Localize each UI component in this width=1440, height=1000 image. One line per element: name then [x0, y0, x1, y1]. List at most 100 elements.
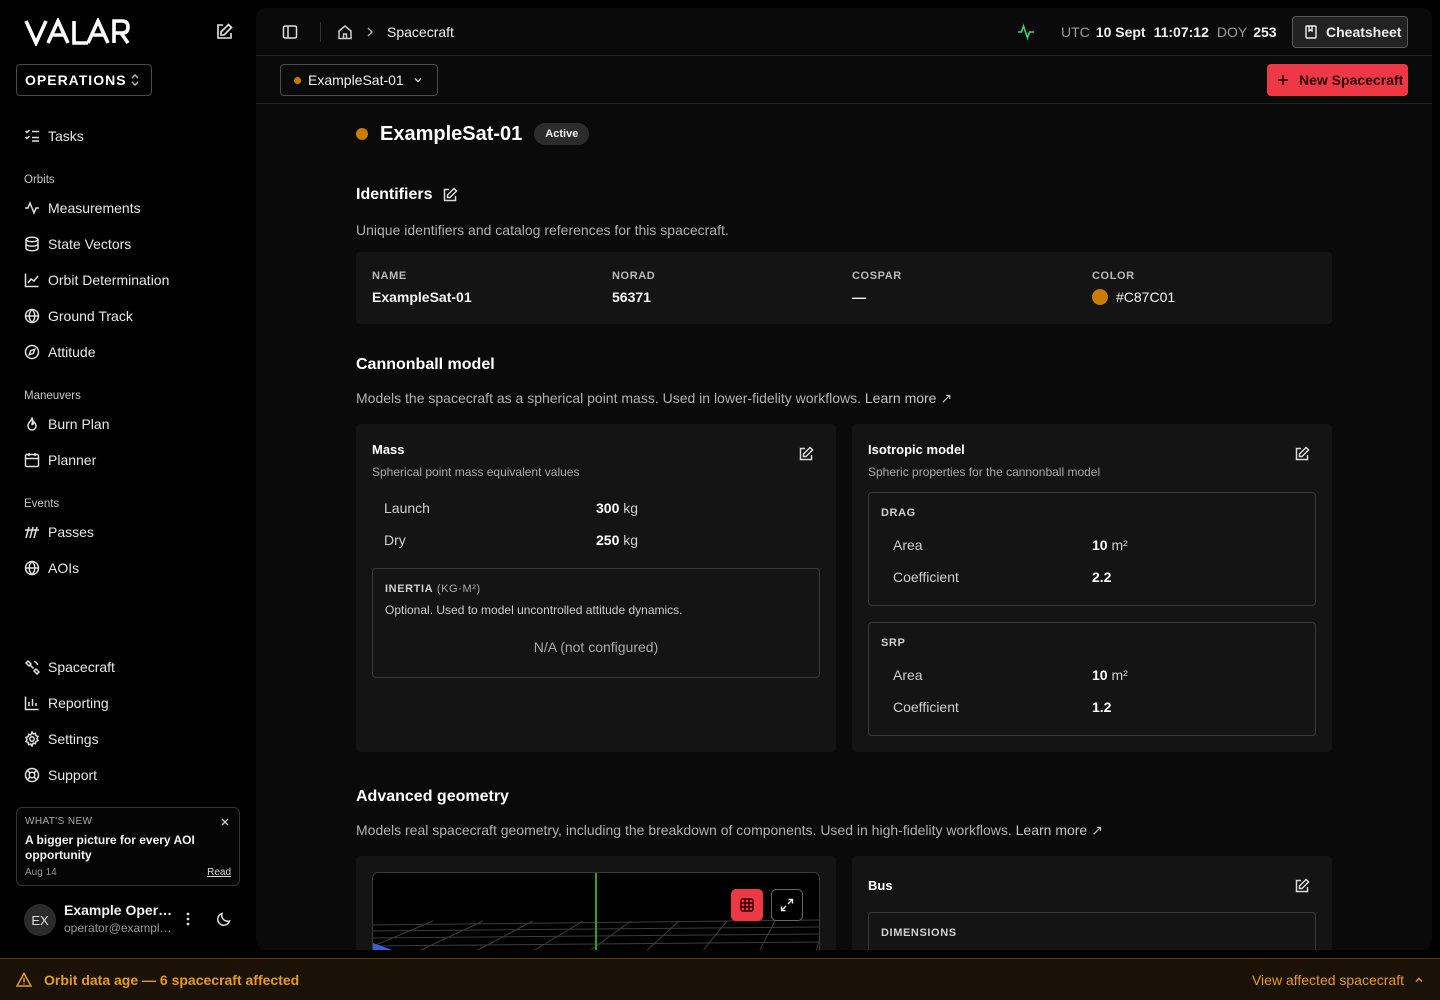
sidebar-item-orbit-determination[interactable]: Orbit Determination: [16, 262, 240, 298]
label-text: INERTIA: [385, 583, 434, 595]
row-value: 1.2: [1092, 699, 1112, 715]
utc-label: UTC: [1061, 24, 1090, 40]
sidebar: OPERATIONS Tasks Orbits Measurements Sta…: [0, 0, 256, 958]
dimensions-label: DIMENSIONS: [881, 927, 957, 939]
row-value: 300 kg: [596, 500, 638, 516]
row-label: Area: [893, 537, 923, 553]
close-icon[interactable]: [220, 817, 230, 827]
sidebar-item-label: Burn Plan: [48, 416, 110, 432]
row-value: 10 m²: [1092, 667, 1128, 683]
utc-clock: UTC 10 Sept 11:07:12 DOY 253: [1061, 24, 1279, 40]
srp-box: SRP Area 10 m² Coefficient 1.2: [868, 622, 1316, 736]
bus-card: Bus DIMENSIONS: [852, 856, 1332, 950]
sidebar-item-planner[interactable]: Planner: [16, 442, 240, 478]
sidebar-item-reporting[interactable]: Reporting: [16, 685, 240, 721]
expand-button[interactable]: [771, 889, 803, 921]
status-badge: Active: [534, 123, 590, 145]
globe-icon: [24, 308, 40, 324]
value-unit: kg: [623, 532, 639, 548]
row-value: 10 m²: [1092, 537, 1128, 553]
isotropic-card: Isotropic model Spheric properties for t…: [852, 424, 1332, 752]
learn-more-link[interactable]: Learn more ↗: [865, 390, 952, 406]
activity-icon: [1018, 23, 1034, 41]
identifier-name: NAME ExampleSat-01: [372, 270, 472, 305]
signal-icon: [25, 526, 39, 539]
sidebar-item-settings[interactable]: Settings: [16, 721, 240, 757]
geometry-viewer-card: [356, 856, 836, 950]
warning-icon: [16, 972, 32, 987]
view-affected-link[interactable]: View affected spacecraft: [1252, 972, 1404, 988]
news-kicker: WHAT'S NEW: [25, 816, 93, 827]
page-title: ExampleSat-01 Active: [356, 122, 590, 146]
sidebar-item-burn-plan[interactable]: Burn Plan: [16, 406, 240, 442]
spacecraft-name: ExampleSat-01: [380, 122, 523, 145]
home-icon[interactable]: [337, 24, 353, 40]
topbar: Spacecraft UTC 10 Sept 11:07:12 DOY 253 …: [256, 8, 1432, 56]
chevron-up-icon[interactable]: [1414, 975, 1424, 985]
cheatsheet-label: Cheatsheet: [1326, 24, 1402, 40]
advanced-heading: Advanced geometry: [356, 788, 509, 805]
edit-icon[interactable]: [798, 446, 814, 462]
database-icon: [25, 236, 39, 252]
utc-time: 11:07:12: [1153, 24, 1209, 40]
sidebar-item-aois[interactable]: AOIs: [16, 550, 240, 586]
valar-logo[interactable]: [24, 18, 130, 46]
sidebar-item-tasks[interactable]: Tasks: [16, 118, 240, 154]
sidebar-item-support[interactable]: Support: [16, 757, 240, 793]
sidebar-item-ground-track[interactable]: Ground Track: [16, 298, 240, 334]
orbit-data-warning-banner: Orbit data age — 6 spacecraft affected V…: [0, 958, 1440, 1000]
identifiers-heading: Identifiers: [356, 186, 459, 204]
edit-icon[interactable]: [1294, 446, 1310, 462]
identifiers-description: Unique identifiers and catalog reference…: [356, 222, 729, 238]
field-value: #C87C01: [1092, 289, 1175, 305]
sidebar-item-passes[interactable]: Passes: [16, 514, 240, 550]
breadcrumb[interactable]: Spacecraft: [387, 24, 454, 40]
new-spacecraft-label: New Spacecraft: [1299, 72, 1404, 88]
sidebar-item-attitude[interactable]: Attitude: [16, 334, 240, 370]
sidebar-toggle-icon[interactable]: [282, 24, 298, 40]
edit-icon[interactable]: [442, 187, 459, 203]
sidebar-item-label: Tasks: [48, 128, 84, 144]
edit-icon[interactable]: [1294, 878, 1310, 894]
user-profile[interactable]: EX Example Operator operator@example.com: [24, 900, 240, 940]
main-panel: Spacecraft UTC 10 Sept 11:07:12 DOY 253 …: [256, 8, 1432, 950]
section-title: Identifiers: [356, 186, 433, 203]
sidebar-item-label: Spacecraft: [48, 659, 115, 675]
cheatsheet-button[interactable]: Cheatsheet: [1292, 16, 1408, 48]
sidebar-item-label: Reporting: [48, 695, 109, 711]
compose-icon[interactable]: [214, 22, 234, 42]
sidebar-item-label: Planner: [48, 452, 97, 468]
doy-value: 253: [1253, 24, 1277, 40]
spacecraft-color-dot: [356, 128, 368, 140]
spacecraft-details: ExampleSat-01 Active Identifiers Unique …: [356, 104, 1332, 950]
news-read-link[interactable]: Read: [207, 867, 231, 878]
sidebar-item-measurements[interactable]: Measurements: [16, 190, 240, 226]
user-email: operator@example.com: [64, 921, 174, 935]
news-headline: A bigger picture for every AOI opportuni…: [25, 833, 195, 862]
value-number: 10: [1092, 537, 1108, 553]
inertia-description: Optional. Used to model uncontrolled att…: [385, 603, 683, 617]
workspace-switcher[interactable]: OPERATIONS: [16, 64, 152, 96]
row-label: Launch: [384, 500, 430, 516]
plus-icon: [1278, 75, 1288, 85]
utc-date: 10 Sept: [1095, 24, 1146, 40]
value-number: 10: [1092, 667, 1108, 683]
workspace-label: OPERATIONS: [25, 72, 127, 88]
more-vertical-icon[interactable]: [180, 911, 196, 927]
row-label: Coefficient: [893, 569, 959, 585]
learn-more-link[interactable]: Learn more ↗: [1016, 822, 1103, 838]
sidebar-item-spacecraft[interactable]: Spacecraft: [16, 649, 240, 685]
grid-toggle-button[interactable]: [731, 889, 763, 921]
sidebar-item-label: Ground Track: [48, 308, 133, 324]
bar-chart-icon: [24, 696, 39, 711]
sidebar-item-state-vectors[interactable]: State Vectors: [16, 226, 240, 262]
field-label: COLOR: [1092, 270, 1135, 282]
spacecraft-select[interactable]: ExampleSat-01: [280, 64, 438, 96]
label-unit: (KG·M²): [436, 583, 481, 595]
drag-label: DRAG: [881, 507, 916, 519]
row-value: 250 kg: [596, 532, 638, 548]
color-swatch: [1092, 289, 1108, 305]
geometry-3d-viewer[interactable]: [372, 872, 820, 950]
moon-icon[interactable]: [216, 911, 232, 927]
new-spacecraft-button[interactable]: New Spacecraft: [1267, 64, 1408, 96]
